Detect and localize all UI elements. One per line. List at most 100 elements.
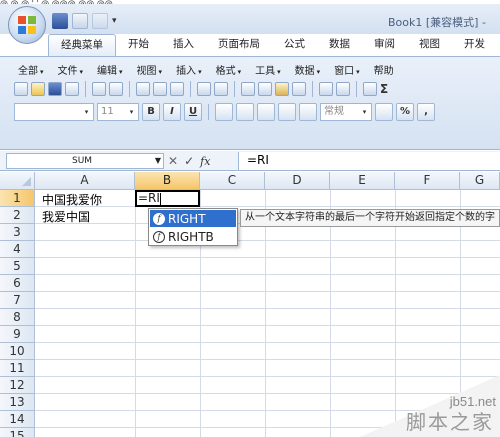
- underline-button[interactable]: U: [184, 103, 202, 121]
- redo-icon[interactable]: [92, 13, 108, 29]
- row-header-4[interactable]: 4: [0, 241, 35, 258]
- menu-format[interactable]: 格式 ▾: [216, 62, 242, 77]
- toolbar-separator: [129, 81, 130, 97]
- cell-a1[interactable]: 中国我爱你: [42, 191, 102, 208]
- name-box[interactable]: SUM ▼: [6, 153, 164, 169]
- ribbon: 全部 ▾ 文件 ▾ 编辑 ▾ 视图 ▾ 插入 ▾ 格式 ▾ 工具 ▾ 数据 ▾ 窗口 ▾ 帮助: [0, 56, 500, 150]
- menu-all[interactable]: 全部 ▾: [18, 62, 44, 77]
- open-folder-icon[interactable]: [31, 82, 45, 96]
- redo-icon[interactable]: [336, 82, 350, 96]
- row-header-7[interactable]: 7: [0, 292, 35, 309]
- menu-insert[interactable]: 插入 ▾: [176, 62, 202, 77]
- hyperlink-icon[interactable]: [363, 82, 377, 96]
- spelling-icon[interactable]: [197, 82, 211, 96]
- permission-icon[interactable]: [92, 82, 106, 96]
- print-preview-icon[interactable]: [109, 82, 123, 96]
- research-icon[interactable]: [170, 82, 184, 96]
- insert-function-icon[interactable]: fx: [200, 155, 210, 168]
- row-header-11[interactable]: 11: [0, 360, 35, 377]
- cancel-icon[interactable]: ✕: [168, 154, 178, 168]
- gridline: [265, 190, 266, 437]
- align-center-button[interactable]: [236, 103, 254, 121]
- formatting-toolbar: ▾ 11 ▾ B I U 常规 ▾ % ,: [14, 101, 435, 123]
- tab-page-layout[interactable]: 页面布局: [206, 34, 272, 56]
- row-header-8[interactable]: 8: [0, 309, 35, 326]
- save-icon[interactable]: [52, 13, 68, 29]
- merge-center-button[interactable]: [278, 103, 296, 121]
- tab-home[interactable]: 开始: [116, 34, 161, 56]
- office-logo-icon: [18, 16, 36, 34]
- menu-help[interactable]: 帮助: [374, 62, 394, 77]
- font-size-combo[interactable]: 11 ▾: [97, 103, 139, 121]
- active-cell-b1[interactable]: =RI: [135, 190, 200, 207]
- column-header-b[interactable]: B: [135, 172, 200, 190]
- tab-data[interactable]: 数据: [317, 34, 362, 56]
- row-header-6[interactable]: 6: [0, 275, 35, 292]
- column-header-c[interactable]: C: [200, 172, 265, 190]
- row-header-13[interactable]: 13: [0, 394, 35, 411]
- new-document-icon[interactable]: [14, 82, 28, 96]
- chevron-down-icon[interactable]: ▼: [155, 154, 161, 168]
- formula-input[interactable]: =RI: [238, 152, 500, 170]
- row-header-15[interactable]: 15: [0, 428, 35, 437]
- undo-icon[interactable]: [72, 13, 88, 29]
- undo-icon[interactable]: [319, 82, 333, 96]
- copy-icon[interactable]: [258, 82, 272, 96]
- function-icon: f: [153, 212, 165, 225]
- align-right-button[interactable]: [257, 103, 275, 121]
- currency-button[interactable]: [375, 103, 393, 121]
- autosum-icon[interactable]: Σ: [380, 82, 388, 96]
- preview-icon[interactable]: [153, 82, 167, 96]
- chevron-down-icon: ▾: [362, 108, 367, 116]
- research-book-icon[interactable]: [214, 82, 228, 96]
- tab-view[interactable]: 视图: [407, 34, 452, 56]
- menu-tools[interactable]: 工具 ▾: [255, 62, 281, 77]
- column-header-g[interactable]: G: [460, 172, 500, 190]
- office-button[interactable]: [8, 6, 46, 44]
- column-header-e[interactable]: E: [330, 172, 395, 190]
- row-header-10[interactable]: 10: [0, 343, 35, 360]
- tab-formulas[interactable]: 公式: [272, 34, 317, 56]
- tab-developer[interactable]: 开发: [452, 34, 497, 56]
- row-header-14[interactable]: 14: [0, 411, 35, 428]
- autocomplete-item-rightb[interactable]: f RIGHTB: [150, 228, 236, 245]
- bold-button[interactable]: B: [142, 103, 160, 121]
- row-header-9[interactable]: 9: [0, 326, 35, 343]
- column-header-f[interactable]: F: [395, 172, 460, 190]
- email-icon[interactable]: [65, 82, 79, 96]
- cut-icon[interactable]: [241, 82, 255, 96]
- format-painter-icon[interactable]: [292, 82, 306, 96]
- toolbar-separator: [356, 81, 357, 97]
- tab-insert[interactable]: 插入: [161, 34, 206, 56]
- menu-data[interactable]: 数据 ▾: [295, 62, 321, 77]
- tab-classic-menu[interactable]: 经典菜单: [48, 34, 116, 56]
- comma-button[interactable]: ,: [417, 103, 435, 121]
- column-header-a[interactable]: A: [35, 172, 135, 190]
- column-header-d[interactable]: D: [265, 172, 330, 190]
- menu-file[interactable]: 文件 ▾: [58, 62, 84, 77]
- save-icon[interactable]: [48, 82, 62, 96]
- paste-icon[interactable]: [275, 82, 289, 96]
- menu-window[interactable]: 窗口 ▾: [334, 62, 360, 77]
- print-icon[interactable]: [136, 82, 150, 96]
- italic-button[interactable]: I: [163, 103, 181, 121]
- formula-buttons: ✕ ✓ fx: [168, 153, 210, 169]
- menu-view[interactable]: 视图 ▾: [137, 62, 163, 77]
- row-header-12[interactable]: 12: [0, 377, 35, 394]
- row-header-3[interactable]: 3: [0, 224, 35, 241]
- wrap-text-button[interactable]: [299, 103, 317, 121]
- autocomplete-item-right[interactable]: f RIGHT: [150, 210, 236, 227]
- font-name-combo[interactable]: ▾: [14, 103, 94, 121]
- row-header-5[interactable]: 5: [0, 258, 35, 275]
- row-header-1[interactable]: 1: [0, 190, 35, 207]
- row-header-2[interactable]: 2: [0, 207, 35, 224]
- tab-review[interactable]: 审阅: [362, 34, 407, 56]
- number-format-combo[interactable]: 常规 ▾: [320, 103, 372, 121]
- percent-button[interactable]: %: [396, 103, 414, 121]
- customize-qat-icon[interactable]: ▾: [112, 16, 117, 26]
- select-all-button[interactable]: [0, 172, 35, 190]
- enter-icon[interactable]: ✓: [184, 154, 194, 168]
- menu-edit[interactable]: 编辑 ▾: [97, 62, 123, 77]
- cell-a2[interactable]: 我爱中国: [42, 208, 90, 225]
- align-left-button[interactable]: [215, 103, 233, 121]
